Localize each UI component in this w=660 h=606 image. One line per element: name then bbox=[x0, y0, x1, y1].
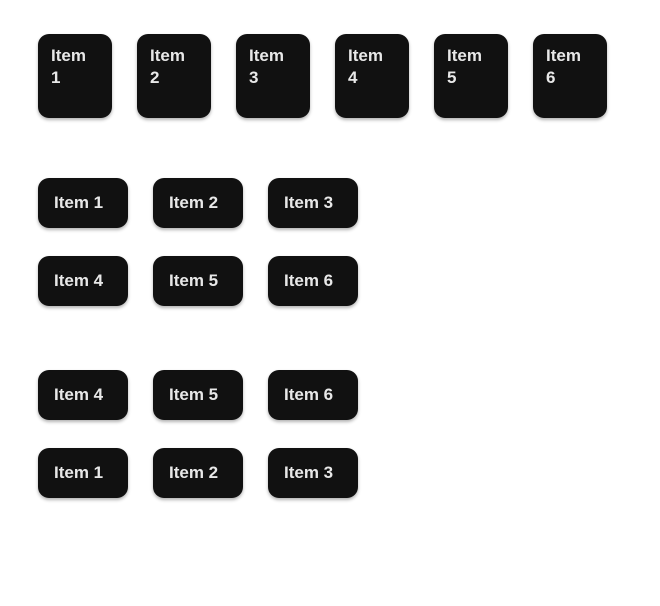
item-button[interactable]: Item 5 bbox=[153, 256, 243, 306]
item-label: Item 6 bbox=[284, 384, 334, 404]
item-label: Item 5 bbox=[447, 46, 482, 88]
item-label: Item 4 bbox=[54, 384, 104, 404]
item-label: Item 6 bbox=[284, 270, 334, 290]
item-button[interactable]: Item 4 bbox=[38, 370, 128, 420]
item-label: Item 4 bbox=[348, 46, 383, 88]
item-label: Item 2 bbox=[150, 46, 185, 88]
item-label: Item 1 bbox=[54, 462, 104, 482]
item-button[interactable]: Item 1 bbox=[38, 178, 128, 228]
item-button[interactable]: Item 5 bbox=[153, 370, 243, 420]
item-button[interactable]: Item 3 bbox=[268, 178, 358, 228]
item-button[interactable]: Item 5 bbox=[434, 34, 508, 118]
item-label: Item 3 bbox=[284, 192, 334, 212]
item-button[interactable]: Item 6 bbox=[268, 370, 358, 420]
item-button[interactable]: Item 3 bbox=[268, 448, 358, 498]
item-label: Item 4 bbox=[54, 270, 104, 290]
flex-container-wrap-reverse: Item 1 Item 2 Item 3 Item 4 Item 5 Item … bbox=[38, 370, 418, 498]
item-button[interactable]: Item 3 bbox=[236, 34, 310, 118]
item-label: Item 3 bbox=[284, 462, 334, 482]
item-button[interactable]: Item 6 bbox=[533, 34, 607, 118]
item-button[interactable]: Item 2 bbox=[137, 34, 211, 118]
item-label: Item 2 bbox=[169, 192, 219, 212]
flex-container-nowrap: Item 1 Item 2 Item 3 Item 4 Item 5 Item … bbox=[38, 34, 612, 118]
page-root: Item 1 Item 2 Item 3 Item 4 Item 5 Item … bbox=[0, 0, 660, 606]
item-label: Item 2 bbox=[169, 462, 219, 482]
item-button[interactable]: Item 6 bbox=[268, 256, 358, 306]
item-label: Item 3 bbox=[249, 46, 284, 88]
item-label: Item 5 bbox=[169, 384, 219, 404]
item-button[interactable]: Item 1 bbox=[38, 448, 128, 498]
item-label: Item 1 bbox=[51, 46, 86, 88]
item-label: Item 5 bbox=[169, 270, 219, 290]
flex-container-wrap: Item 1 Item 2 Item 3 Item 4 Item 5 Item … bbox=[38, 178, 418, 306]
item-label: Item 6 bbox=[546, 46, 581, 88]
item-label: Item 1 bbox=[54, 192, 104, 212]
item-button[interactable]: Item 2 bbox=[153, 178, 243, 228]
item-button[interactable]: Item 4 bbox=[335, 34, 409, 118]
item-button[interactable]: Item 2 bbox=[153, 448, 243, 498]
item-button[interactable]: Item 1 bbox=[38, 34, 112, 118]
item-button[interactable]: Item 4 bbox=[38, 256, 128, 306]
